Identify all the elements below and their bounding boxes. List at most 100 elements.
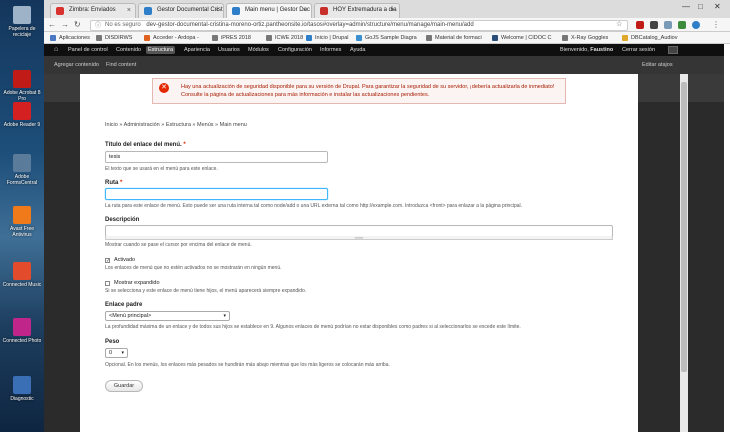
bookmark-item[interactable]: iPRES 2018	[212, 34, 251, 42]
desktop-icon[interactable]: Diagnostic	[2, 376, 42, 402]
toolbar-item[interactable]: Contenido	[116, 44, 141, 56]
desktop-icon[interactable]: Connected Music	[2, 262, 42, 288]
info-icon[interactable]: ⓘ	[95, 22, 101, 30]
favicon-icon	[144, 7, 152, 15]
bookmark-item[interactable]: ICWE 2018	[266, 34, 303, 42]
textarea-resize-handle[interactable]: ═══	[105, 236, 613, 240]
browser-tab[interactable]: Main menu | Gestor Doc ×	[226, 3, 312, 18]
bookmark-icon	[492, 35, 498, 41]
title-help: El texto que se usará en el menú para es…	[105, 166, 218, 172]
extension-icon[interactable]	[650, 21, 658, 29]
edit-shortcuts-link[interactable]: Editar atajos	[642, 56, 673, 74]
toolbar-item[interactable]: Informes	[320, 44, 341, 56]
favicon-icon	[320, 7, 328, 15]
bookmark-icon	[96, 35, 102, 41]
toolbar-item[interactable]: Usuarios	[218, 44, 240, 56]
close-tab-icon[interactable]: ×	[127, 4, 131, 17]
toolbar-item[interactable]: Apariencia	[184, 44, 210, 56]
bookmark-item[interactable]: Aplicaciones	[50, 34, 90, 42]
parent-select[interactable]: <Menú principal> ▾	[105, 311, 230, 321]
bookmark-star-icon[interactable]: ☆	[616, 20, 622, 28]
toolbar-item[interactable]: Estructura	[146, 46, 176, 54]
toolbar-item[interactable]: Configuración	[278, 44, 312, 56]
expanded-label: Mostrar expandido	[114, 280, 160, 286]
toolbar-item[interactable]: Ayuda	[350, 44, 366, 56]
bookmark-item[interactable]: GoJS Sample Diagra	[356, 34, 417, 42]
forward-icon[interactable]: →	[61, 20, 69, 29]
browser-tab[interactable]: Zimbra: Enviados ×	[50, 3, 136, 18]
enabled-checkbox[interactable]: ✓	[105, 258, 110, 264]
back-icon[interactable]: ←	[48, 20, 56, 29]
shortcut-add-content[interactable]: Agregar contenido	[54, 56, 99, 74]
bookmark-icon	[50, 35, 56, 41]
scrollbar-thumb[interactable]	[681, 82, 687, 372]
bookmark-item[interactable]: Acceder - Ardopa -	[144, 34, 199, 42]
bookmark-item[interactable]: X-Ray Goggles	[562, 34, 608, 42]
app-icon	[13, 102, 31, 120]
close-tab-icon[interactable]: ×	[215, 4, 219, 17]
app-icon	[13, 376, 31, 394]
extension-icon[interactable]	[664, 21, 672, 29]
tab-title: HOY Extremadura a dia	[333, 7, 397, 13]
bookmark-label: DBCatalog_Audiov	[631, 35, 678, 41]
desktop-icon[interactable]: Adobe Acrobat 8 Pro	[2, 70, 42, 102]
toolbar-item[interactable]: Módulos	[248, 44, 269, 56]
bookmark-label: Welcome | CIDOC C	[501, 35, 552, 41]
address-bar: ← → ↻ ⓘ No es seguro dev-gestor-document…	[44, 18, 730, 32]
bookmark-item[interactable]: Material de formaci	[426, 34, 482, 42]
extension-acrobat-icon[interactable]	[636, 21, 644, 29]
weight-label: Peso	[105, 339, 120, 345]
page-scrollbar[interactable]	[680, 74, 688, 432]
close-window-button[interactable]: ✕	[714, 2, 721, 11]
username[interactable]: Faustino	[590, 47, 613, 53]
parent-label: Enlace padre	[105, 302, 143, 308]
path-input[interactable]	[105, 188, 328, 200]
logout-link[interactable]: Cerrar sesión	[622, 44, 655, 56]
close-tab-icon[interactable]: ×	[303, 4, 307, 17]
desktop-icon[interactable]: Adobe Reader 9	[2, 102, 42, 128]
save-button[interactable]: Guardar	[105, 380, 143, 392]
extension-icon[interactable]	[692, 21, 700, 29]
title-input[interactable]: tesis	[105, 151, 328, 163]
bookmark-item[interactable]: Inicio | Drupal	[306, 34, 349, 42]
extension-icon[interactable]	[678, 21, 686, 29]
bookmark-icon	[306, 35, 312, 41]
reload-icon[interactable]: ↻	[74, 20, 81, 29]
browser-tab[interactable]: Gestor Documental Cristi ×	[138, 3, 224, 18]
maximize-button[interactable]: □	[698, 2, 703, 11]
chevron-down-icon: ▾	[223, 313, 226, 319]
desktop-icon-label: Connected Music	[2, 282, 42, 288]
expanded-checkbox[interactable]	[105, 281, 110, 286]
shortcuts-tray: Agregar contenido Find content Editar at…	[44, 56, 724, 74]
menu-kebab-icon[interactable]: ⋮	[712, 20, 720, 29]
desktop-icon[interactable]: Connected Photo	[2, 318, 42, 344]
browser-tab[interactable]: HOY Extremadura a dia ×	[314, 3, 400, 18]
weight-select[interactable]: 0 ▾	[105, 348, 128, 358]
desktop-icon[interactable]: Avast Free Antivirus	[2, 206, 42, 238]
close-tab-icon[interactable]: ×	[391, 4, 395, 17]
toggle-shortcuts-button[interactable]	[668, 46, 678, 54]
bookmark-item[interactable]: DISDIRWS	[96, 34, 132, 42]
enabled-help: Los enlaces de menú que no estén activad…	[105, 265, 282, 271]
path-label: Ruta *	[105, 180, 123, 186]
home-icon[interactable]: ⌂	[54, 44, 58, 56]
toolbar-item[interactable]: Panel de control	[68, 44, 108, 56]
shortcut-find-content[interactable]: Find content	[106, 56, 136, 74]
minimize-button[interactable]: —	[682, 2, 690, 11]
breadcrumb[interactable]: Inicio » Administración » Estructura » M…	[105, 122, 247, 128]
bookmark-icon	[144, 35, 150, 41]
app-icon	[13, 206, 31, 224]
chevron-down-icon: ▾	[121, 350, 124, 356]
bookmark-item[interactable]: DBCatalog_Audiov	[622, 34, 677, 42]
app-icon	[13, 154, 31, 172]
url-input[interactable]: ⓘ No es seguro dev-gestor-documental-cri…	[90, 20, 628, 31]
enabled-label: Activado	[114, 257, 136, 263]
desktop-icon-label: Adobe FormsCentral	[6, 174, 38, 186]
desktop-icon-label: Adobe Reader 9	[3, 122, 41, 128]
bookmark-item[interactable]: Welcome | CIDOC C	[492, 34, 552, 42]
desktop-icon[interactable]: Papelera de reciclaje	[2, 6, 42, 38]
description-help: Mostrar cuando se pase el cursor por enc…	[105, 242, 252, 248]
desktop-icon[interactable]: Adobe FormsCentral	[2, 154, 42, 186]
bookmarks-bar: Aplicaciones DISDIRWS Acceder - Ardopa - iP…	[44, 32, 730, 44]
welcome-text: Bienvenido, Faustino	[560, 47, 614, 53]
